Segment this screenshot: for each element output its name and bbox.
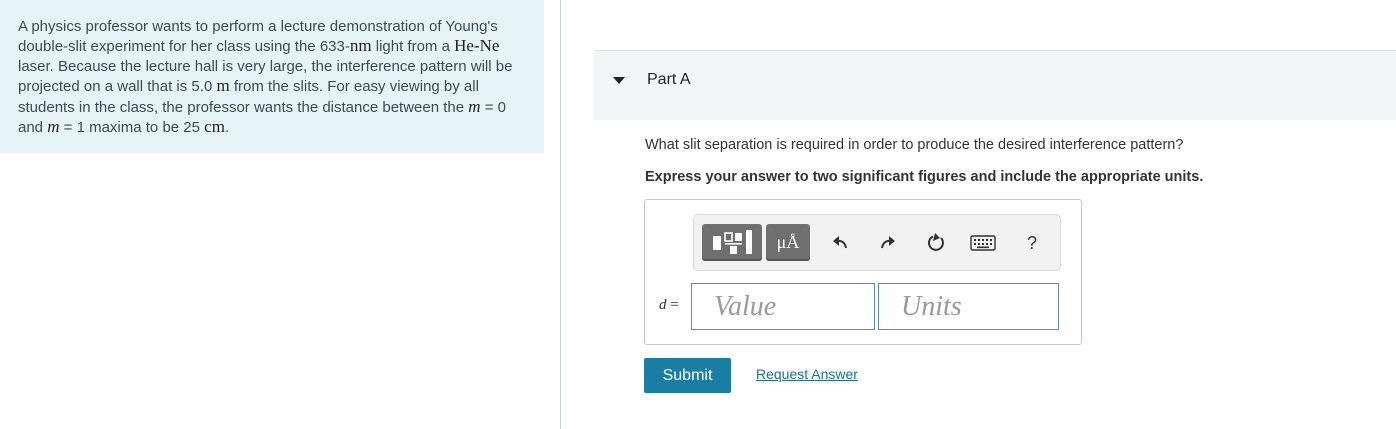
undo-icon[interactable] (828, 231, 852, 255)
units-input[interactable]: Units (878, 283, 1059, 330)
variable-d: d (659, 297, 667, 313)
templates-icon[interactable] (702, 224, 762, 261)
submit-button[interactable]: Submit (644, 358, 731, 393)
math-toolbar: μÅ ? (693, 214, 1061, 271)
request-answer-link[interactable]: Request Answer (756, 366, 858, 382)
unit-nm: nm (349, 36, 372, 56)
question-text: What slit separation is required in orde… (645, 137, 1184, 153)
var-m: m (468, 96, 481, 116)
problem-text: light from a (371, 38, 455, 56)
part-a-header[interactable]: Part A (594, 50, 1396, 120)
answer-variable-label: d = (659, 297, 679, 314)
instruction-text: Express your answer to two significant f… (645, 169, 1204, 185)
help-icon[interactable]: ? (1020, 231, 1044, 255)
answer-box: μÅ ? d = Value Units (644, 199, 1082, 345)
problem-text: = 1 maxima to be 25 (59, 119, 205, 137)
keyboard-icon[interactable] (968, 231, 998, 255)
problem-statement: A physics professor wants to perform a l… (0, 0, 544, 153)
part-title: Part A (647, 71, 691, 88)
value-input[interactable]: Value (691, 283, 875, 330)
he-ne-label: He-Ne (454, 36, 500, 56)
column-divider (560, 0, 561, 429)
collapse-caret-icon[interactable] (613, 77, 625, 84)
redo-icon[interactable] (876, 231, 900, 255)
equals-sign: = (666, 297, 679, 313)
reset-icon[interactable] (924, 231, 948, 255)
units-icon[interactable]: μÅ (766, 224, 810, 261)
unit-m: m (216, 76, 230, 96)
problem-text: . (224, 119, 230, 137)
var-m: m (47, 117, 60, 137)
unit-cm: cm (204, 117, 225, 137)
